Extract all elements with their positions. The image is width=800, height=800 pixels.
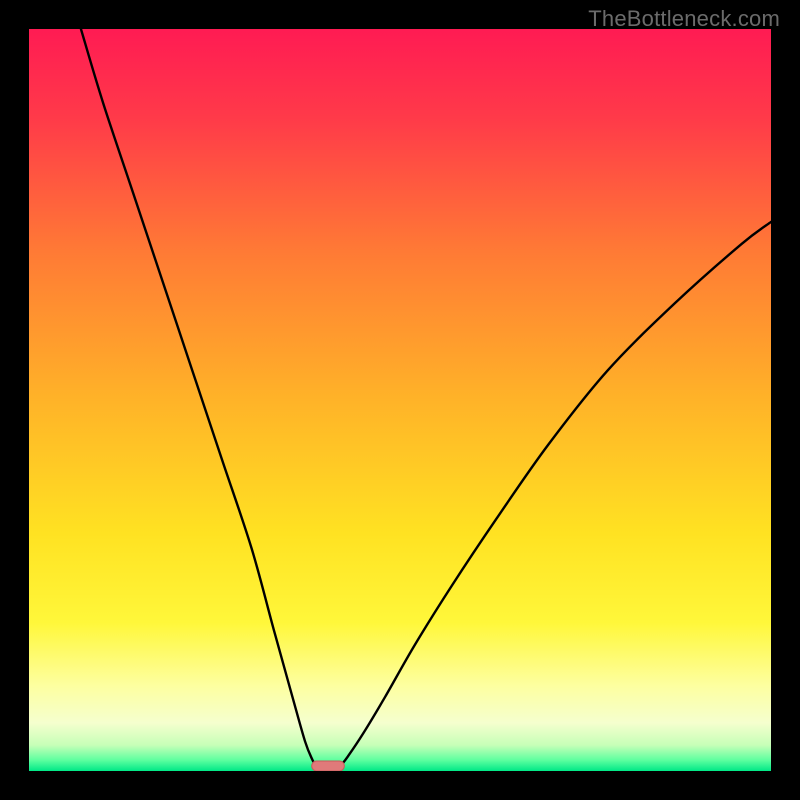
curve-left-branch (81, 29, 319, 770)
curve-right-branch (336, 222, 771, 770)
chart-frame (29, 29, 771, 771)
optimum-marker (312, 761, 345, 771)
chart-curves (29, 29, 771, 771)
